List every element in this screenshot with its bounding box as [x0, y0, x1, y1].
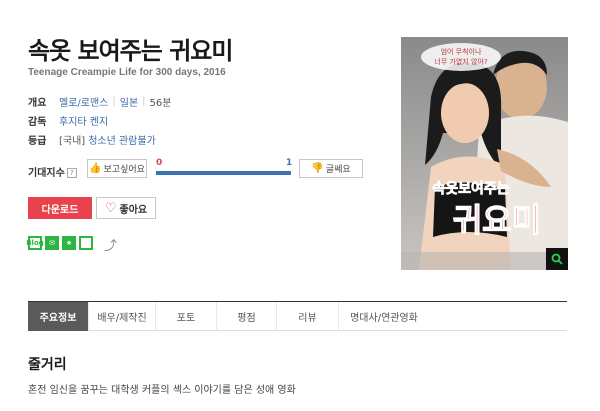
overview-row: 개요 멜로/로맨스 | 일본 | 56분: [28, 94, 171, 109]
runtime: 56분: [149, 98, 172, 109]
poster-title-1: 속옷보여주는: [432, 180, 509, 197]
tab-photo[interactable]: 포토: [156, 302, 217, 331]
movie-poster[interactable]: 엄어 무척이나 너무 가엾지 않아? 속옷보여주는 귀요미: [401, 37, 568, 270]
blog-share-icon[interactable]: Blog: [26, 236, 44, 250]
social-share-bar: Blog ✉ ★: [26, 236, 93, 250]
poster-tagline-1: 엄어 무척이나: [441, 47, 482, 56]
original-title: Teenage Creampie Life for 300 days, 2016: [28, 67, 226, 78]
genre-link[interactable]: 멜로/로맨스: [59, 94, 108, 109]
rating-link[interactable]: 청소년 관람불가: [88, 132, 156, 147]
not-sure-label: 글쎄요: [325, 165, 351, 175]
expectation-label: 기대지수?: [28, 164, 77, 179]
green-square-icon[interactable]: [79, 236, 93, 250]
director-row: 감독 후지타 켄지: [28, 113, 108, 128]
poster-title-2: 귀요미: [453, 201, 541, 239]
tab-main-info[interactable]: 주요정보: [28, 302, 89, 331]
download-button[interactable]: 다운로드: [28, 197, 92, 219]
rating-region: [국내]: [59, 136, 86, 147]
search-icon[interactable]: [546, 248, 568, 270]
meh-count: 1: [286, 158, 293, 168]
separator: |: [142, 96, 146, 107]
want-count: 0: [156, 158, 163, 168]
poster-tagline-2: 너무 가엾지 않아?: [434, 57, 488, 66]
band-share-icon[interactable]: ✉: [45, 236, 59, 250]
rating-label: 등급: [28, 136, 47, 147]
country-link[interactable]: 일본: [120, 94, 138, 109]
detail-tabs: 주요정보 배우/제작진 포토 평점 리뷰 명대사/연관영화: [28, 301, 567, 331]
synopsis-heading: 줄거리: [28, 357, 67, 373]
thumbs-down-icon: 👎: [311, 163, 324, 174]
tab-review[interactable]: 리뷰: [277, 302, 339, 331]
help-icon[interactable]: ?: [66, 168, 77, 178]
not-sure-button[interactable]: 👎 글쎄요: [299, 159, 363, 178]
tab-rating[interactable]: 평점: [217, 302, 277, 331]
want-to-see-button[interactable]: 👍 보고싶어요: [87, 159, 147, 178]
share-icon[interactable]: ⤴: [104, 235, 117, 254]
blog-text: Blog: [26, 239, 44, 247]
expectation-bar: [156, 171, 291, 175]
synopsis-text: 혼전 임신을 꿈꾸는 대학생 커플의 섹스 이야기를 담은 성애 영화: [28, 385, 296, 396]
director-label: 감독: [28, 117, 47, 128]
like-label: 좋아요: [119, 204, 148, 216]
tab-cast-crew[interactable]: 배우/제작진: [89, 302, 156, 331]
separator: |: [112, 96, 116, 107]
want-to-see-label: 보고싶어요: [103, 165, 145, 175]
heart-icon: ♡: [104, 200, 117, 216]
bookmark-star-icon[interactable]: ★: [62, 236, 76, 250]
director-link[interactable]: 후지타 켄지: [59, 113, 108, 128]
thumbs-up-icon: 👍: [89, 163, 102, 174]
overview-label: 개요: [28, 98, 47, 109]
expectation-label-text: 기대지수: [28, 168, 65, 179]
expectation-bar-fill: [156, 171, 291, 175]
rating-row: 등급 [국내] 청소년 관람불가: [28, 132, 156, 147]
poster-image: 엄어 무척이나 너무 가엾지 않아? 속옷보여주는 귀요미: [401, 37, 568, 270]
like-button[interactable]: ♡ 좋아요: [96, 197, 156, 219]
movie-title: 속옷 보여주는 귀요미: [28, 37, 233, 65]
tab-quotes-related[interactable]: 명대사/연관영화: [339, 302, 429, 331]
